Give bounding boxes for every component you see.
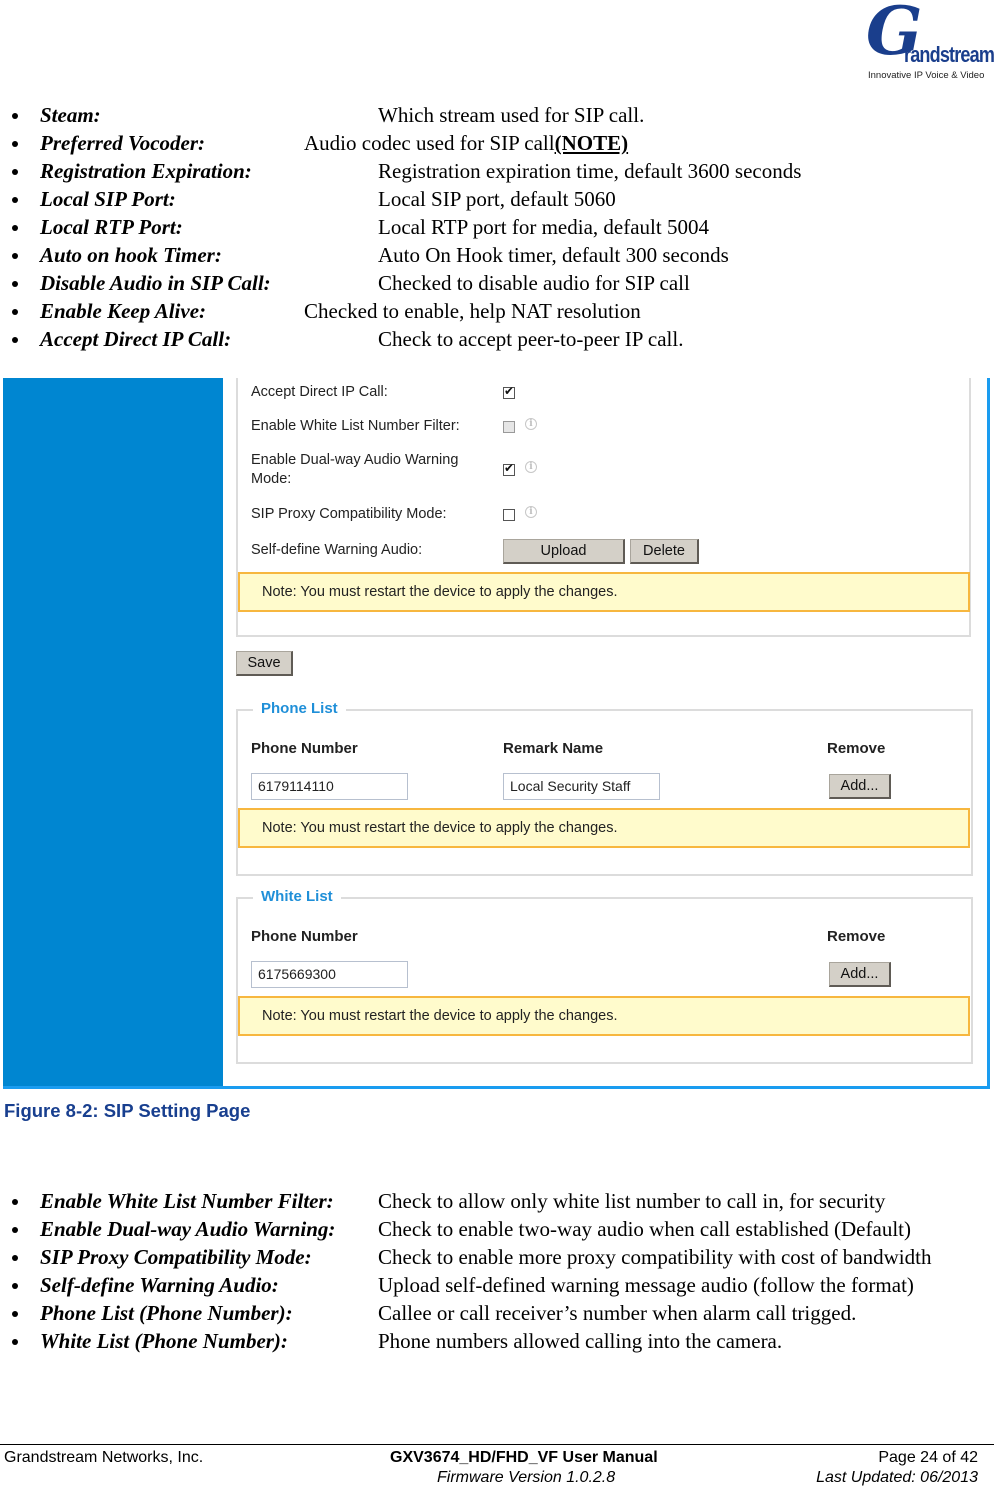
white-list-phone-number-header: Phone Number (251, 928, 358, 945)
delete-button[interactable]: Delete (630, 539, 699, 564)
phone-list-add-button[interactable]: Add... (829, 774, 891, 799)
term: Enable Dual-way Audio Warning: (40, 1217, 336, 1241)
dual-way-audio-label-line2: Mode: (251, 471, 292, 487)
sip-proxy-compat-checkbox[interactable] (503, 509, 515, 521)
bullet-icon (12, 309, 18, 315)
phone-list-remark-input[interactable]: Local Security Staff (503, 773, 660, 800)
description: Check to allow only white list number to… (378, 1189, 886, 1213)
term: Enable Keep Alive: (40, 299, 207, 323)
term: Phone List (Phone Number): (40, 1301, 293, 1325)
restart-note: Note: You must restart the device to app… (238, 572, 970, 612)
description: Local RTP port for media, default 5004 (378, 215, 709, 239)
term: Auto on hook Timer: (40, 243, 222, 267)
bullet-icon (12, 1311, 18, 1317)
phone-list-legend: Phone List (253, 700, 346, 717)
dual-way-audio-label-line1: Enable Dual-way Audio Warning (251, 452, 459, 468)
white-list-number-input[interactable]: 6175669300 (251, 961, 408, 988)
term: White List (Phone Number): (40, 1329, 288, 1353)
description: Audio codec used for SIP call(NOTE) (304, 129, 628, 157)
description: Local SIP port, default 5060 (378, 187, 616, 211)
save-button[interactable]: Save (236, 651, 293, 676)
sip-proxy-compat-label: SIP Proxy Compatibility Mode: (251, 506, 447, 522)
term: Steam: (40, 103, 101, 127)
white-list-add-button[interactable]: Add... (829, 962, 891, 987)
self-define-warning-audio-label: Self-define Warning Audio: (251, 542, 423, 558)
bullet-icon (12, 1227, 18, 1233)
bullet-icon (12, 1255, 18, 1261)
bullet-icon (12, 1199, 18, 1205)
footer-firmware: Firmware Version 1.0.2.8 (437, 1469, 616, 1486)
remove-header: Remove (827, 740, 886, 757)
term: Preferred Vocoder: (40, 131, 206, 155)
description: Checked to disable audio for SIP call (378, 271, 690, 295)
accept-direct-ip-call-checkbox[interactable]: ✔ (503, 384, 515, 399)
bullet-icon (12, 337, 18, 343)
description: Callee or call receiver’s number when al… (378, 1301, 857, 1325)
bullet-icon (12, 253, 18, 259)
term: Self-define Warning Audio: (40, 1273, 279, 1297)
upload-button[interactable]: Upload (503, 539, 625, 564)
term: Enable White List Number Filter: (40, 1189, 334, 1213)
remark-name-header: Remark Name (503, 740, 604, 757)
phone-number-header: Phone Number (251, 740, 358, 757)
term: Local SIP Port: (40, 187, 176, 211)
term: Registration Expiration: (40, 159, 252, 183)
bullet-icon (12, 1339, 18, 1345)
description: Check to enable two-way audio when call … (378, 1217, 911, 1241)
checkmark-icon: ✔ (504, 461, 515, 475)
bullet-icon (12, 169, 18, 175)
logo-wordmark: randstream (904, 42, 994, 67)
description: Upload self-defined warning message audi… (378, 1273, 914, 1297)
description: Registration expiration time, default 36… (378, 159, 802, 183)
term: Local RTP Port: (40, 215, 183, 239)
footer-divider (0, 1444, 994, 1445)
bullet-icon (12, 1283, 18, 1289)
description: Check to enable more proxy compatibility… (378, 1245, 932, 1269)
checkmark-icon: ✔ (504, 384, 515, 398)
description: Auto On Hook timer, default 300 seconds (378, 243, 729, 267)
white-list-restart-note: Note: You must restart the device to app… (238, 996, 970, 1036)
bullet-icon (12, 281, 18, 287)
info-icon[interactable]: i (525, 461, 537, 473)
term: Disable Audio in SIP Call: (40, 271, 271, 295)
bullet-icon (12, 113, 18, 119)
info-icon[interactable]: i (525, 418, 537, 430)
term: Accept Direct IP Call: (40, 327, 232, 351)
white-list-legend: White List (253, 888, 341, 905)
white-list-filter-label: Enable White List Number Filter: (251, 418, 460, 434)
footer-last-updated: Last Updated: 06/2013 (816, 1469, 978, 1486)
term: SIP Proxy Compatibility Mode: (40, 1245, 312, 1269)
bullet-icon (12, 197, 18, 203)
description: Which stream used for SIP call. (378, 103, 645, 127)
footer-manual-title: GXV3674_HD/FHD_VF User Manual (390, 1449, 658, 1466)
accept-direct-ip-call-label: Accept Direct IP Call: (251, 384, 388, 400)
figure-caption: Figure 8-2: SIP Setting Page (4, 1100, 251, 1121)
sidebar (3, 378, 223, 1086)
note-link[interactable]: (NOTE) (555, 131, 629, 155)
description: Checked to enable, help NAT resolution (304, 299, 641, 323)
info-icon[interactable]: i (525, 506, 537, 518)
logo-tagline: Innovative IP Voice & Video (868, 70, 985, 81)
description-text: Audio codec used for SIP call (304, 131, 555, 155)
grandstream-logo: G randstream Innovative IP Voice & Video (858, 0, 994, 84)
phone-list-restart-note: Note: You must restart the device to app… (238, 808, 970, 848)
white-list-filter-checkbox[interactable] (503, 421, 515, 433)
bullet-icon (12, 141, 18, 147)
white-list-remove-header: Remove (827, 928, 886, 945)
description: Phone numbers allowed calling into the c… (378, 1329, 783, 1353)
sip-settings-screenshot: Accept Direct IP Call: ✔ Enable White Li… (3, 378, 990, 1089)
description: Check to accept peer-to-peer IP call. (378, 327, 684, 351)
footer-page-number: Page 24 of 42 (878, 1449, 978, 1466)
bullet-icon (12, 225, 18, 231)
dual-way-audio-checkbox[interactable]: ✔ (503, 461, 515, 476)
footer-company: Grandstream Networks, Inc. (4, 1449, 204, 1466)
phone-list-number-input[interactable]: 6179114110 (251, 773, 408, 800)
